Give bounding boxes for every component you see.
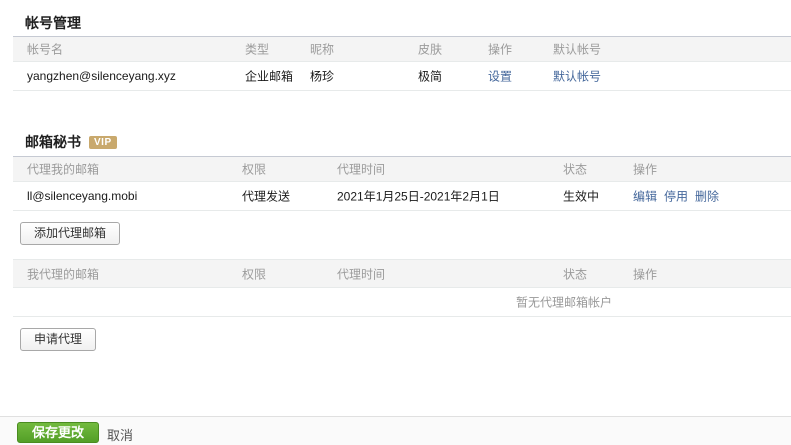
delegated-by-me-empty-row: 暂无代理邮箱帐户: [13, 288, 791, 317]
col-proxy-period: 代理时间: [337, 162, 386, 177]
apply-proxy-button[interactable]: 申请代理: [20, 328, 97, 351]
col-permission: 权限: [242, 267, 267, 281]
settings-link[interactable]: 设置: [488, 70, 512, 84]
col-status: 状态: [563, 162, 588, 177]
proxy-status: 生效中: [563, 189, 600, 204]
col-permission: 权限: [242, 162, 267, 177]
proxy-period: 2021年1月25日-2021年2月1日: [337, 189, 500, 204]
delegated-to-me-row: ll@silenceyang.mobi 代理发送 2021年1月25日-2021…: [13, 182, 791, 211]
col-status: 状态: [563, 267, 588, 281]
col-operation: 操作: [633, 267, 658, 281]
col-proxy-my-mailbox: 代理我的邮箱: [27, 162, 100, 177]
vip-badge: VIP: [89, 136, 117, 149]
col-type: 类型: [245, 42, 270, 57]
delegated-to-me-header: 代理我的邮箱 权限 代理时间 状态 操作: [13, 156, 791, 182]
default-account-link[interactable]: 默认帐号: [553, 70, 601, 84]
account-row: yangzhen@silenceyang.xyz 企业邮箱 杨珍 极简 设置 默…: [13, 62, 791, 91]
proxy-email: ll@silenceyang.mobi: [27, 189, 138, 203]
delegated-by-me-header: 我代理的邮箱 权限 代理时间 状态 操作: [13, 259, 791, 288]
mail-secretary-title: 邮箱秘书: [25, 134, 81, 150]
empty-state-text: 暂无代理邮箱帐户: [515, 295, 612, 310]
delete-link[interactable]: 删除: [695, 190, 719, 204]
col-proxy-period: 代理时间: [337, 267, 386, 281]
add-proxy-mailbox-button[interactable]: 添加代理邮箱: [20, 222, 121, 245]
col-skin: 皮肤: [418, 42, 443, 57]
section-title-account-management: 帐号管理: [25, 15, 81, 31]
col-mailboxes-i-proxy: 我代理的邮箱: [27, 267, 100, 281]
account-email: yangzhen@silenceyang.xyz: [27, 69, 176, 83]
disable-link[interactable]: 停用: [664, 190, 688, 204]
col-default-account: 默认帐号: [553, 42, 602, 57]
edit-link[interactable]: 编辑: [633, 190, 657, 204]
settings-page: 帐号管理 帐号名 类型 昵称 皮肤 操作 默认帐号 yangzhen@silen…: [0, 0, 791, 445]
col-operation: 操作: [488, 42, 513, 57]
col-account-name: 帐号名: [27, 42, 64, 57]
account-skin: 极简: [418, 69, 443, 84]
delegated-by-me-table: 我代理的邮箱 权限 代理时间 状态 操作 暂无代理邮箱帐户: [13, 259, 791, 317]
footer-bar: 保存更改 取消: [0, 416, 791, 445]
proxy-actions: 编辑 停用 删除: [633, 188, 726, 205]
section-title-mail-secretary: 邮箱秘书 VIP: [25, 132, 117, 152]
delegated-to-me-table: 代理我的邮箱 权限 代理时间 状态 操作 ll@silenceyang.mobi…: [13, 156, 791, 211]
account-nickname: 杨珍: [310, 69, 335, 84]
cancel-link[interactable]: 取消: [107, 425, 133, 444]
account-type: 企业邮箱: [245, 69, 294, 84]
col-nickname: 昵称: [310, 42, 335, 57]
save-changes-button[interactable]: 保存更改: [17, 422, 100, 443]
account-table: 帐号名 类型 昵称 皮肤 操作 默认帐号 yangzhen@silenceyan…: [13, 36, 791, 91]
account-table-header: 帐号名 类型 昵称 皮肤 操作 默认帐号: [13, 36, 791, 62]
col-operation: 操作: [633, 162, 658, 177]
proxy-permission: 代理发送: [242, 189, 291, 204]
